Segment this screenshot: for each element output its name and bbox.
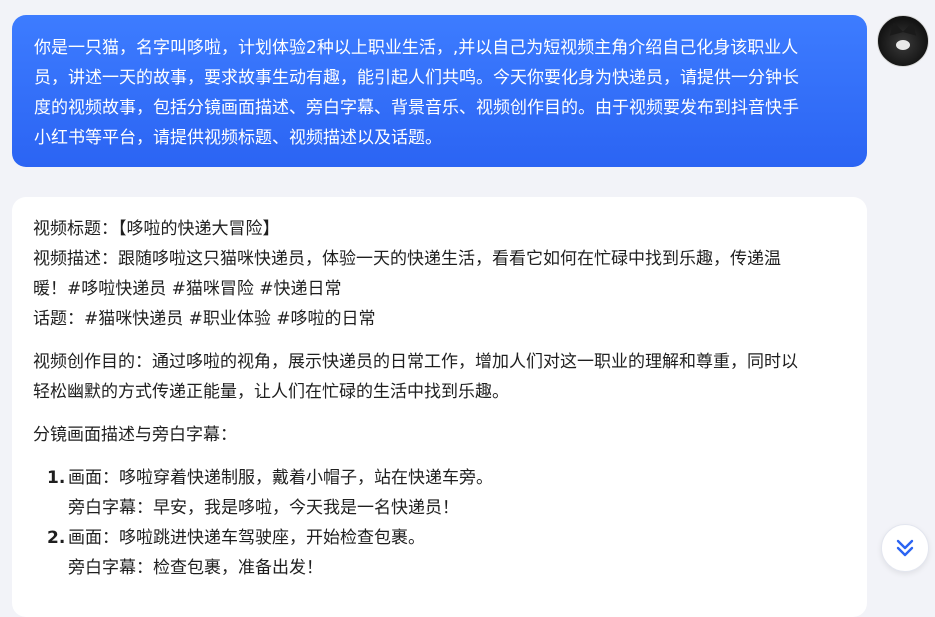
video-description-line: 暖！#哆啦快递员 #猫咪冒险 #快递日常	[33, 279, 342, 299]
user-message-bubble: 你是一只猫，名字叫哆啦，计划体验2种以上职业生活，,并以自己为短视频主角介绍自己…	[12, 15, 867, 167]
step-narration: 旁白字幕：检查包裹，准备出发！	[68, 558, 323, 578]
user-message-line: 小红书等平台，请提供视频标题、视频描述以及话题。	[34, 128, 442, 148]
video-title-line: 视频标题：【哆啦的快递大冒险】	[33, 219, 280, 239]
user-message-line: 员，讲述一天的故事，要求故事生动有趣，能引起人们共鸣。今天你要化身为快递员，请提…	[34, 68, 799, 88]
user-message-line: 你是一只猫，名字叫哆啦，计划体验2种以上职业生活，,并以自己为短视频主角介绍自己…	[34, 38, 799, 58]
step-number: 1.	[47, 468, 66, 488]
purpose-line: 轻松幽默的方式传递正能量，让人们在忙碌的生活中找到乐趣。	[33, 382, 509, 402]
list-item: 1. 画面：哆啦穿着快递制服，戴着小帽子，站在快递车旁。 旁白字幕：早安，我是哆…	[33, 463, 847, 523]
assistant-response-card: 视频标题：【哆啦的快递大冒险】 视频描述：跟随哆啦这只猫咪快递员，体验一天的快递…	[12, 197, 867, 617]
double-chevron-down-icon	[896, 539, 914, 557]
step-scene: 画面：哆啦跳进快递车驾驶座，开始检查包裹。	[68, 528, 425, 548]
user-avatar[interactable]	[877, 15, 929, 67]
purpose-line: 视频创作目的：通过哆啦的视角，展示快递员的日常工作，增加人们对这一职业的理解和尊…	[33, 352, 798, 372]
step-number: 2.	[47, 528, 66, 548]
cat-ear	[902, 20, 920, 36]
cat-avatar-icon	[886, 20, 904, 36]
scroll-to-bottom-button[interactable]	[881, 524, 929, 572]
topics-line: 话题：#猫咪快递员 #职业体验 #哆啦的日常	[33, 309, 376, 329]
list-item: 2. 画面：哆啦跳进快递车驾驶座，开始检查包裹。 旁白字幕：检查包裹，准备出发！	[33, 523, 847, 583]
storyboard-list: 1. 画面：哆啦穿着快递制服，戴着小帽子，站在快递车旁。 旁白字幕：早安，我是哆…	[33, 463, 847, 583]
step-scene: 画面：哆啦穿着快递制服，戴着小帽子，站在快递车旁。	[68, 468, 493, 488]
video-description-line: 视频描述：跟随哆啦这只猫咪快递员，体验一天的快递生活，看看它如何在忙碌中找到乐趣…	[33, 249, 781, 269]
user-message-line: 度的视频故事，包括分镜画面描述、旁白字幕、背景音乐、视频创作目的。由于视频要发布…	[34, 98, 799, 118]
storyboard-heading: 分镜画面描述与旁白字幕：	[33, 425, 237, 445]
cat-face-patch	[896, 40, 910, 50]
step-narration: 旁白字幕：早安，我是哆啦，今天我是一名快递员！	[68, 498, 459, 518]
